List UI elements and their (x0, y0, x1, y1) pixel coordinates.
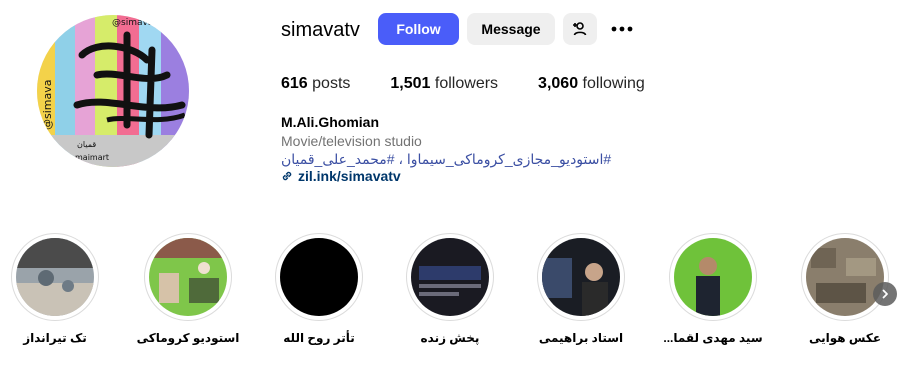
highlight-label: استاد براهیمی (538, 331, 624, 345)
posts-stat: 616 posts (281, 75, 350, 93)
highlight-ring (144, 233, 232, 321)
message-button[interactable]: Message (467, 13, 555, 45)
highlight-item[interactable]: استاد براهیمی (536, 233, 626, 345)
highlight-cover (674, 238, 752, 316)
followers-count: 1,501 (390, 75, 431, 92)
chevron-right-icon (882, 289, 888, 299)
followers-label: followers (434, 75, 499, 92)
highlight-cover (280, 238, 358, 316)
following-label: following (582, 75, 645, 92)
profile-avatar[interactable]: @simava @simava قمیان maimart (37, 15, 189, 167)
highlight-label: سید مهدی لقما... (663, 331, 763, 345)
highlight-label: استودیو کروماکی (136, 331, 240, 345)
highlight-ring (406, 233, 494, 321)
link-text: zil.ink/simavatv (298, 168, 401, 184)
followers-stat[interactable]: 1,501 followers (390, 75, 498, 93)
avatar-image: @simava @simava قمیان maimart (37, 15, 189, 167)
highlight-item[interactable]: سید مهدی لقما... (663, 233, 763, 345)
highlight-ring (11, 233, 99, 321)
highlight-item[interactable]: تأتر روح الله (274, 233, 364, 345)
suggest-user-button[interactable] (563, 13, 597, 45)
profile-external-link[interactable]: zil.ink/simavatv (281, 168, 401, 184)
highlight-item[interactable]: تک تیرانداز (10, 233, 100, 345)
highlight-label: تک تیرانداز (23, 331, 87, 345)
link-icon (282, 171, 292, 181)
follow-button[interactable]: Follow (378, 13, 459, 45)
more-horizontal-icon (611, 26, 633, 32)
highlight-cover (16, 238, 94, 316)
posts-label: posts (312, 75, 351, 92)
profile-username: simavatv (281, 19, 360, 41)
following-count: 3,060 (538, 75, 579, 92)
highlight-cover (542, 238, 620, 316)
highlight-ring (669, 233, 757, 321)
highlight-ring (801, 233, 889, 321)
svg-text:@simava: @simava (112, 18, 153, 28)
highlight-item[interactable]: پخش زنده (405, 233, 495, 345)
svg-text:@simava: @simava (41, 80, 54, 131)
following-stat[interactable]: 3,060 following (538, 75, 645, 93)
profile-full-name: M.Ali.Ghomian (281, 114, 379, 130)
highlight-label: پخش زنده (420, 331, 480, 345)
profile-category: Movie/television studio (281, 133, 422, 149)
posts-count: 616 (281, 75, 308, 92)
add-user-icon (573, 22, 587, 36)
svg-text:قمیان: قمیان (77, 140, 96, 149)
highlight-label: عکس هوایی (808, 331, 882, 345)
highlight-ring (537, 233, 625, 321)
highlight-cover (806, 238, 884, 316)
highlight-cover (411, 238, 489, 316)
svg-text:maimart: maimart (75, 153, 109, 162)
highlight-ring (275, 233, 363, 321)
highlight-item[interactable]: استودیو کروماکی (137, 233, 239, 345)
highlight-cover (149, 238, 227, 316)
highlights-next-button[interactable] (873, 282, 897, 306)
highlight-label: تأتر روح الله (283, 331, 355, 345)
more-options-button[interactable] (607, 13, 637, 45)
profile-stats: 616 posts 1,501 followers 3,060 followin… (281, 75, 685, 93)
profile-hashtags[interactable]: #استودیو_مجازی_کروماکی_سیماوا ، #محمد_عل… (281, 151, 611, 168)
